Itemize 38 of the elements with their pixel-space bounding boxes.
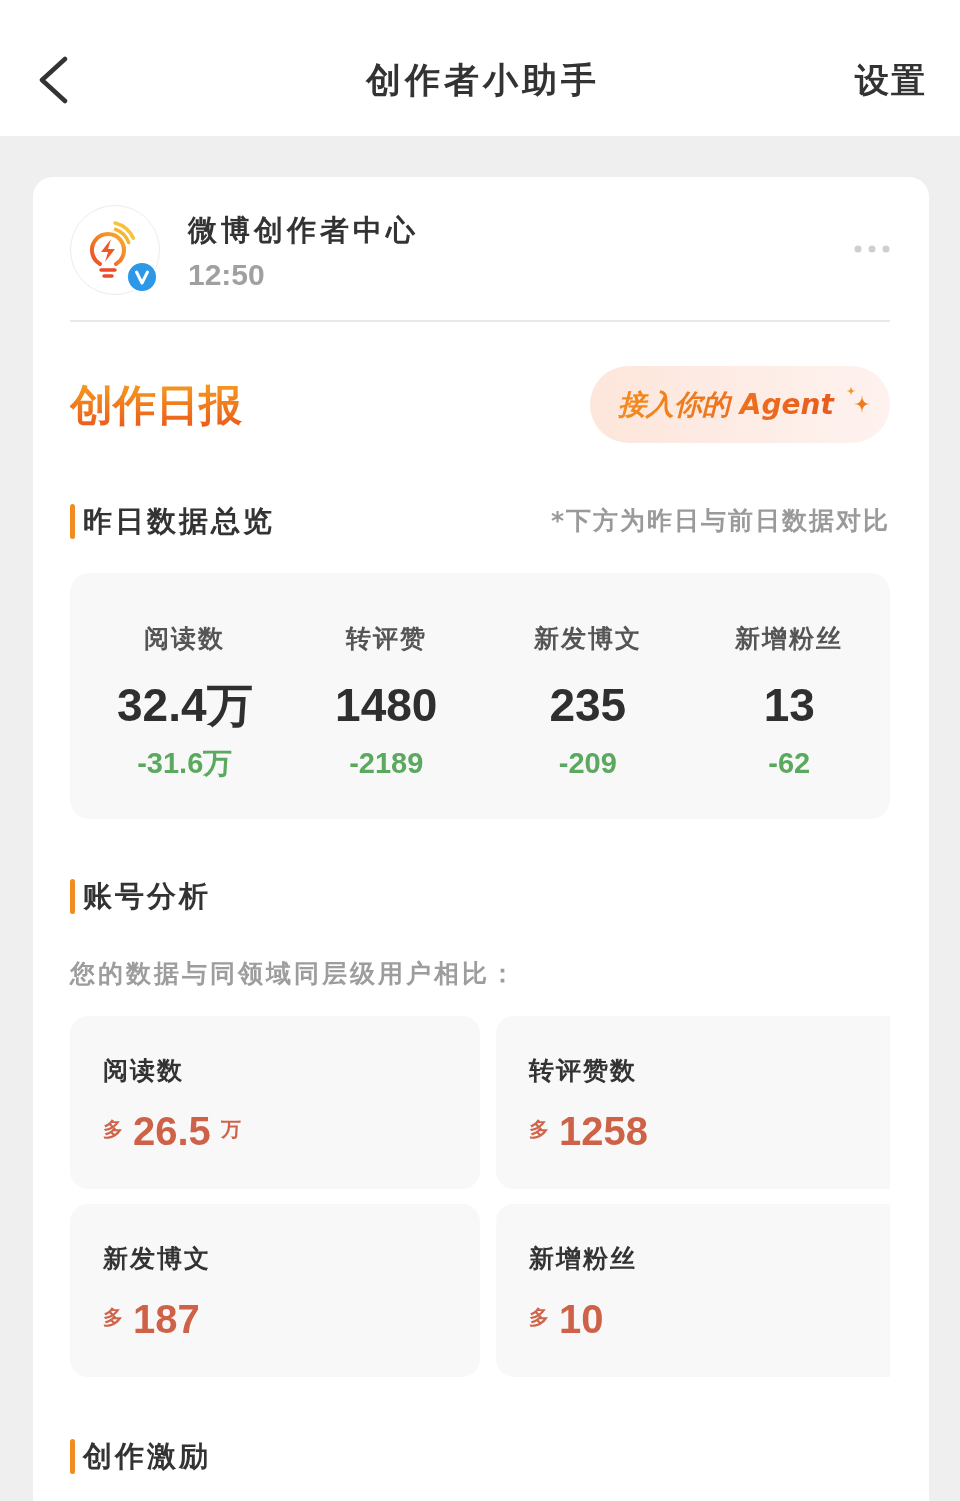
stat-change: -2189 — [349, 746, 424, 781]
metric-unit: 万 — [220, 1117, 241, 1141]
metric-label: 阅读数 — [103, 1055, 184, 1087]
comparison-word: 多 — [103, 1305, 123, 1329]
stat-label: 新发博文 — [533, 623, 642, 655]
comparison-word: 多 — [103, 1117, 123, 1141]
comparison-note: *下方为昨日与前日数据对比 — [550, 505, 890, 537]
comparison-word: 多 — [529, 1117, 549, 1141]
metric-value: 187 — [133, 1296, 200, 1343]
back-icon[interactable] — [38, 56, 68, 104]
author-name: 微博创作者中心 — [188, 212, 419, 249]
stat-label: 转评赞 — [345, 623, 427, 655]
stat-label: 新增粉丝 — [735, 623, 844, 655]
section-heading: 昨日数据总览 — [83, 503, 275, 539]
stat-value: 1480 — [335, 678, 438, 733]
accent-bar — [70, 878, 75, 914]
metric-label: 新增粉丝 — [529, 1243, 637, 1275]
metric-value: 26.5 — [133, 1108, 211, 1155]
stat-value: 13 — [763, 678, 815, 733]
stat-change: -209 — [558, 746, 617, 781]
post-time: 12:50 — [188, 257, 265, 293]
stat-label: 阅读数 — [144, 623, 226, 655]
stat-value: 32.4万 — [117, 678, 253, 733]
metric-value: 10 — [559, 1296, 604, 1343]
analysis-subtitle: 您的数据与同领域同层级用户相比： — [70, 958, 518, 990]
section-heading: 创作激励 — [83, 1438, 211, 1474]
metric-value: 1258 — [559, 1108, 648, 1155]
metric-label: 新发博文 — [103, 1243, 211, 1275]
accent-bar — [70, 503, 75, 539]
stat-change: -31.6万 — [137, 746, 233, 781]
comparison-word: 多 — [529, 1305, 549, 1329]
settings-button[interactable]: 设置 — [855, 56, 927, 104]
page-title: 创作者小助手 — [365, 59, 600, 102]
stat-change: -62 — [768, 746, 811, 781]
metric-label: 转评赞数 — [529, 1055, 637, 1087]
stat-value: 235 — [549, 678, 627, 733]
section-heading: 账号分析 — [83, 878, 211, 914]
accent-bar — [70, 1438, 75, 1474]
